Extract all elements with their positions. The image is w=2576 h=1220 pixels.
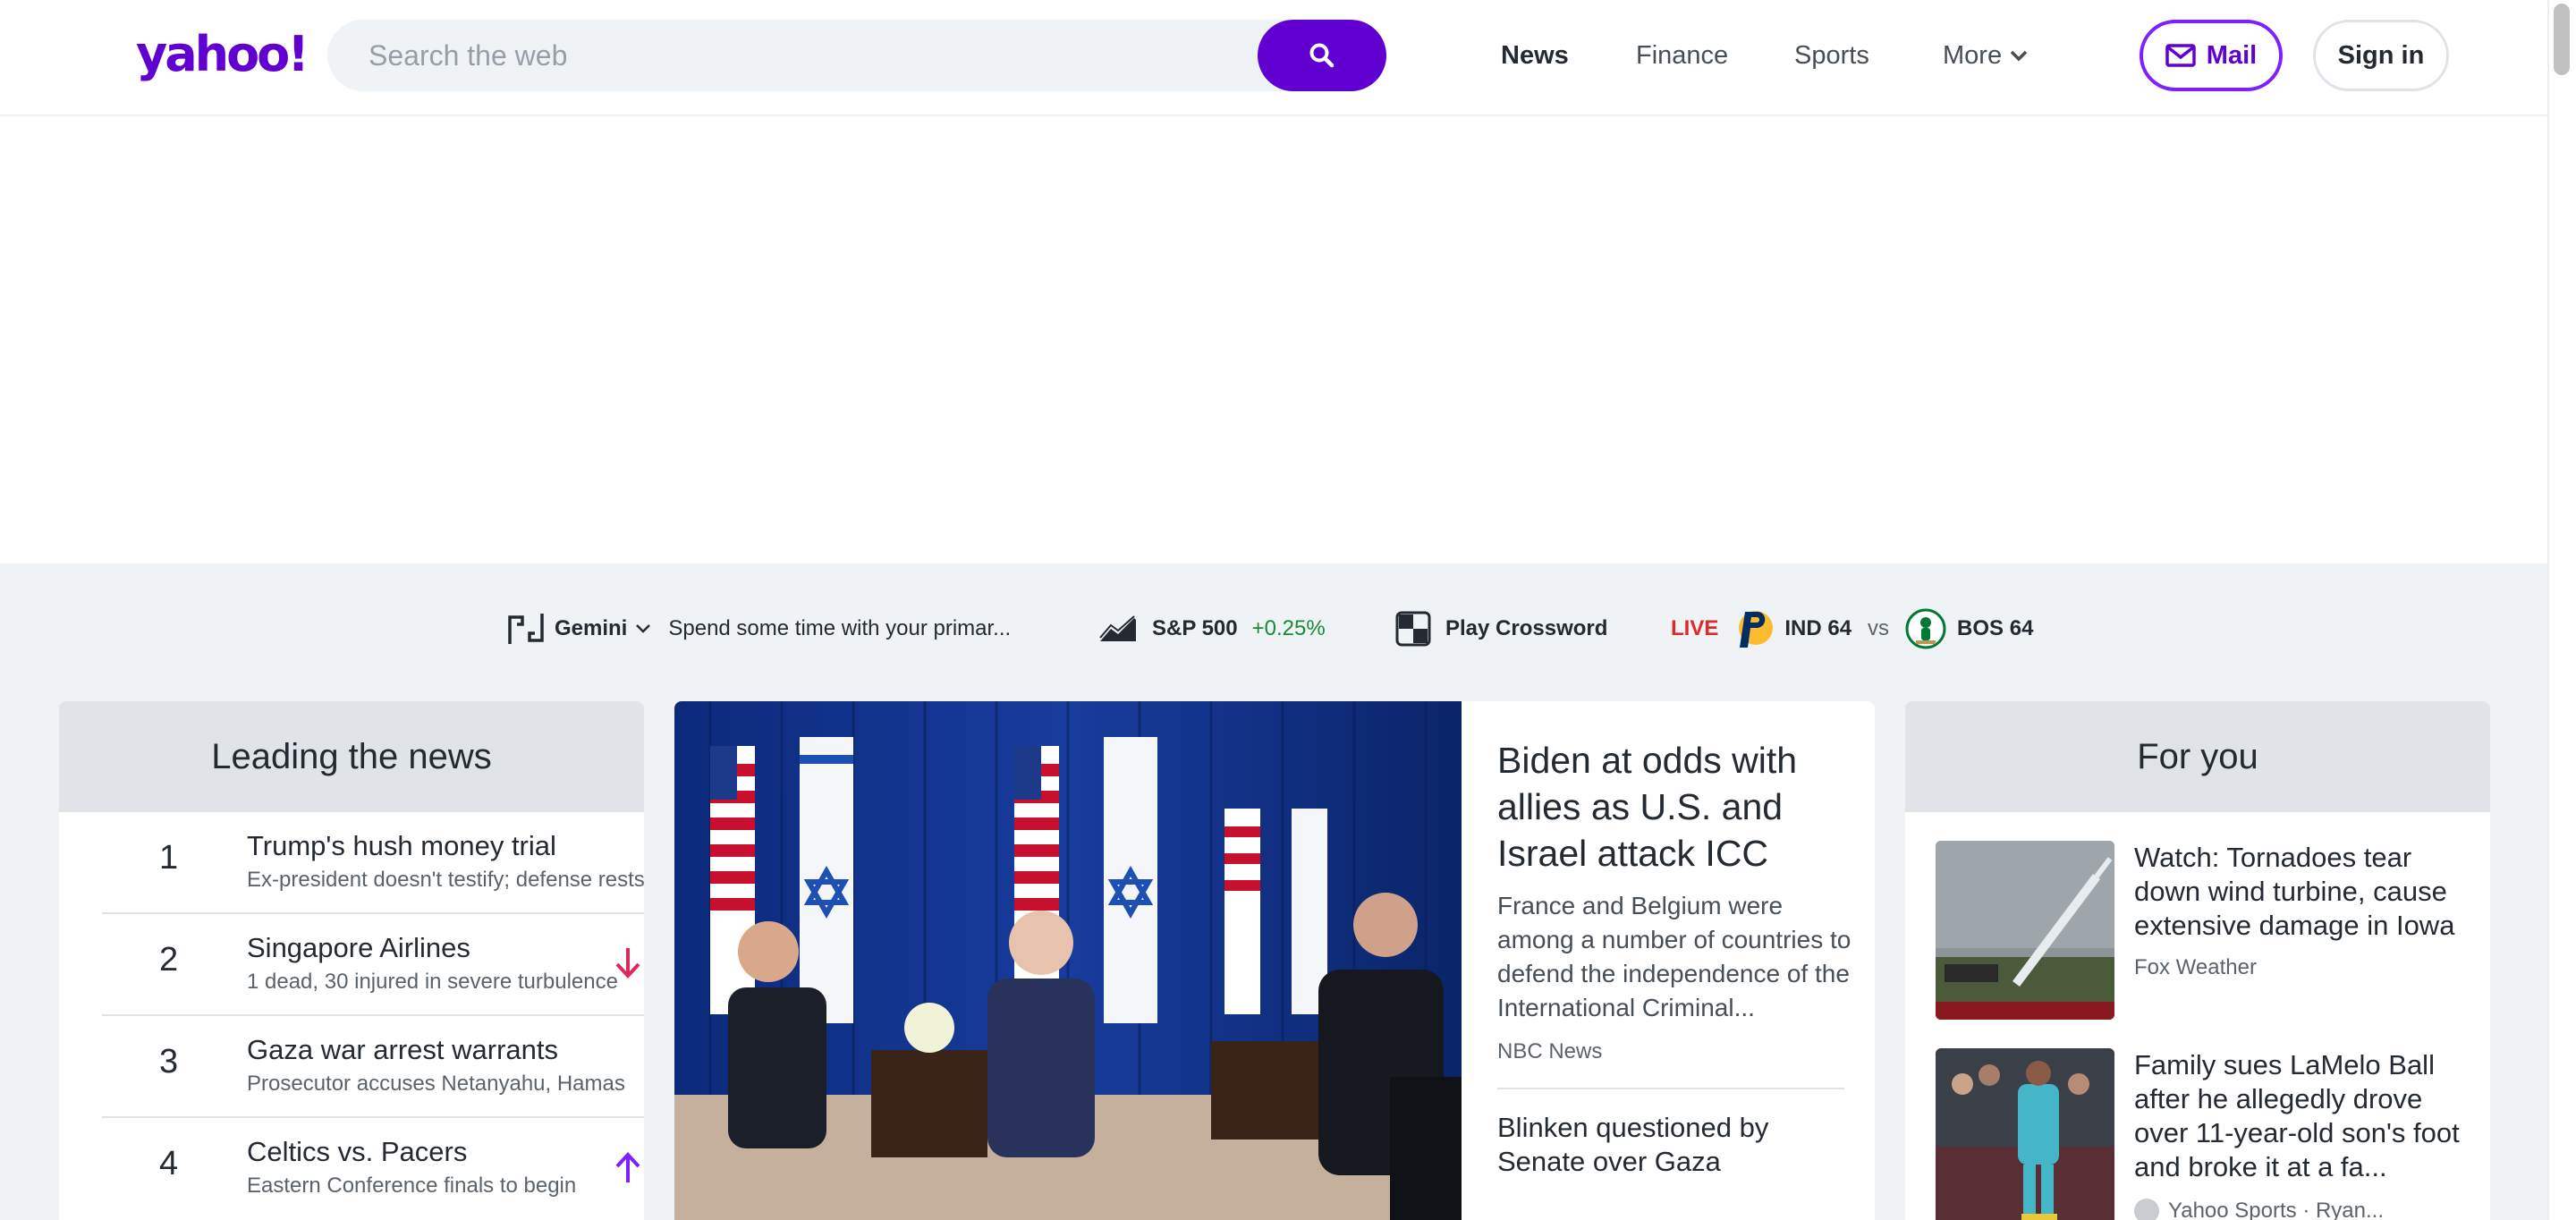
- item-rank: 1: [159, 839, 179, 877]
- sp500-change: +0.25%: [1251, 616, 1326, 640]
- item-subtitle: 1 dead, 30 injured in severe turbulence: [247, 970, 618, 994]
- story-title[interactable]: Family sues LaMelo Ball after he alleged…: [2134, 1048, 2465, 1184]
- ad-space: [0, 118, 2547, 563]
- item-subtitle: Prosecutor accuses Netanyahu, Hamas: [247, 1072, 625, 1096]
- crossword-icon: [1395, 611, 1431, 647]
- list-item[interactable]: 2 Singapore Airlines 1 dead, 30 injured …: [102, 914, 644, 1016]
- item-title: Singapore Airlines: [247, 932, 470, 963]
- hero-story-card[interactable]: Biden at odds with allies as U.S. and Is…: [674, 701, 1875, 1220]
- nav-more[interactable]: More: [1943, 36, 2029, 75]
- story-thumbnail[interactable]: [1936, 1048, 2114, 1220]
- team2-score: BOS 64: [1957, 616, 2034, 640]
- sp500-ticker[interactable]: S&P 500 +0.25%: [1098, 606, 1326, 651]
- basketball-player-image: [1936, 1048, 2114, 1220]
- hero-source: NBC News: [1497, 1039, 1603, 1063]
- top-header: yahoo! News Finance Sports More Mail Sig…: [0, 0, 2547, 116]
- item-rank: 3: [159, 1043, 179, 1080]
- yahoo-logo[interactable]: yahoo!: [136, 27, 309, 82]
- list-item[interactable]: 3 Gaza war arrest warrants Prosecutor ac…: [102, 1016, 644, 1118]
- mail-icon: [2165, 44, 2196, 67]
- live-score-ticker[interactable]: LIVE IND 64 vs BOS 64: [1671, 606, 2033, 651]
- mail-label: Mail: [2206, 40, 2258, 70]
- item-rank: 4: [159, 1145, 179, 1182]
- sign-in-button[interactable]: Sign in: [2313, 20, 2449, 91]
- item-rank: 2: [159, 941, 179, 979]
- leading-news-title: Leading the news: [59, 701, 644, 812]
- leading-news-card: Leading the news 1 Trump's hush money tr…: [59, 701, 644, 1220]
- team1-score: IND 64: [1784, 616, 1852, 640]
- nav-more-label: More: [1943, 41, 2003, 70]
- hero-image[interactable]: [674, 701, 1462, 1220]
- scrollbar-thumb[interactable]: [2554, 4, 2570, 75]
- list-item[interactable]: 4 Celtics vs. Pacers Eastern Conference …: [102, 1118, 644, 1220]
- avatar: [2134, 1199, 2159, 1220]
- item-title: Gaza war arrest warrants: [247, 1034, 558, 1065]
- crossword-label: Play Crossword: [1445, 616, 1608, 640]
- stock-chart-icon: [1099, 615, 1136, 641]
- for-you-title: For you: [1905, 701, 2490, 812]
- scrollbar[interactable]: [2547, 0, 2576, 1220]
- arrow-down-icon: [615, 948, 640, 979]
- nav-sports[interactable]: Sports: [1794, 36, 1869, 75]
- list-item[interactable]: 1 Trump's hush money trial Ex-president …: [102, 812, 644, 914]
- secondary-headline[interactable]: Blinken questioned by Senate over Gaza: [1497, 1111, 1844, 1179]
- nav-finance[interactable]: Finance: [1636, 36, 1728, 75]
- item-title: Celtics vs. Pacers: [247, 1136, 468, 1167]
- hero-summary: France and Belgium were among a number o…: [1497, 892, 1852, 1021]
- item-title: Trump's hush money trial: [247, 830, 556, 861]
- gemini-icon: [508, 614, 544, 644]
- divider: [1497, 1088, 1844, 1089]
- crossword-ticker[interactable]: Play Crossword: [1395, 606, 1607, 651]
- live-badge: LIVE: [1671, 616, 1719, 640]
- item-subtitle: Ex-president doesn't testify; defense re…: [247, 868, 644, 892]
- celtics-logo-icon: [1905, 608, 1946, 649]
- mail-button[interactable]: Mail: [2140, 20, 2283, 91]
- search-icon: [1309, 43, 1335, 68]
- sp500-label: S&P 500: [1152, 616, 1238, 640]
- search-button[interactable]: [1258, 20, 1386, 91]
- search-input[interactable]: [369, 20, 1263, 91]
- nav-news[interactable]: News: [1501, 36, 1569, 75]
- search-bar: [327, 20, 1386, 91]
- vs-label: vs: [1868, 616, 1890, 640]
- item-subtitle: Eastern Conference finals to begin: [247, 1173, 577, 1198]
- arrow-up-icon: [615, 1152, 640, 1182]
- story-thumbnail[interactable]: [1936, 841, 2114, 1020]
- pacers-logo-icon: [1739, 611, 1774, 648]
- story-title[interactable]: Watch: Tornadoes tear down wind turbine,…: [2134, 841, 2465, 943]
- gemini-label: Gemini: [555, 616, 628, 640]
- chevron-down-icon: [636, 624, 651, 633]
- story-source-row: Yahoo Sports · Ryan...: [2134, 1199, 2384, 1220]
- story-source: Yahoo Sports · Ryan...: [2168, 1199, 2385, 1220]
- story-source: Fox Weather: [2134, 955, 2257, 979]
- for-you-card: For you Watch: Tornadoes tear down wind …: [1905, 701, 2490, 1220]
- gemini-horoscope-text: Spend some time with your primar...: [668, 616, 1012, 640]
- gemini-ticker[interactable]: Gemini Spend some time with your primar.…: [506, 606, 1011, 651]
- hero-headline[interactable]: Biden at odds with allies as U.S. and Is…: [1497, 737, 1855, 877]
- tornado-turbine-image: [1936, 841, 2114, 1020]
- chevron-down-icon: [2010, 50, 2028, 62]
